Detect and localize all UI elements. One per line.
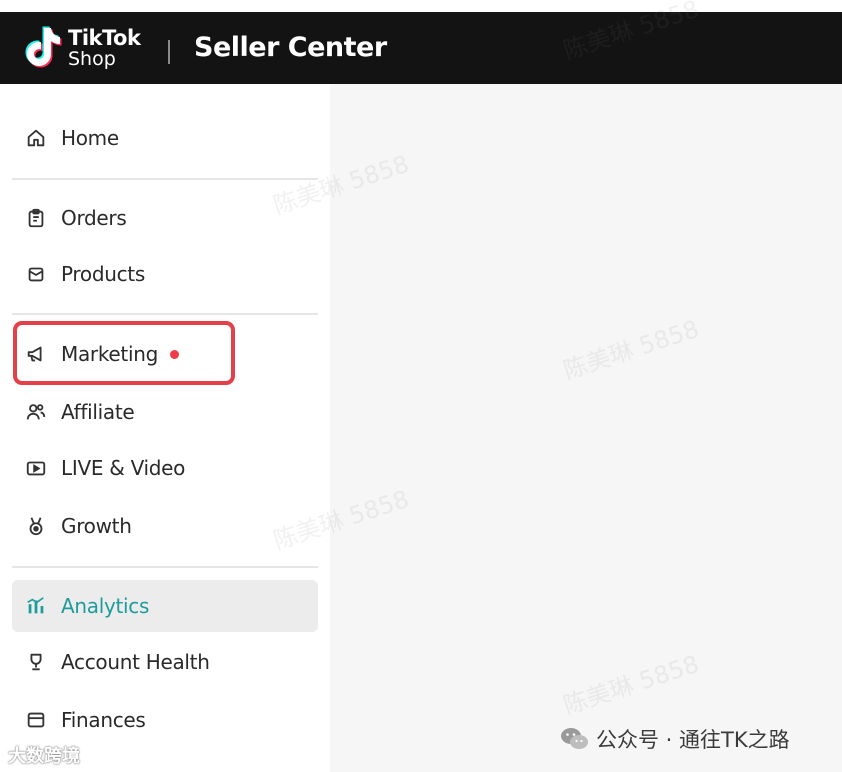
tiktok-shop-logo[interactable]: TikTok Shop — [22, 22, 152, 74]
sidebar-item-home[interactable]: Home — [12, 112, 318, 164]
top-bar: TikTok Shop Seller Center — [0, 12, 842, 84]
sidebar-item-affiliate[interactable]: Affiliate — [12, 386, 318, 438]
sidebar-item-products[interactable]: Products — [12, 248, 318, 300]
sidebar-item-growth[interactable]: Growth — [12, 500, 318, 552]
brand-text: TikTok Shop — [68, 26, 141, 70]
header-divider — [168, 40, 170, 64]
clipboard-icon — [24, 206, 48, 230]
sidebar-item-label: Growth — [61, 514, 132, 538]
sidebar-divider — [12, 313, 318, 315]
bar-chart-icon — [24, 594, 48, 618]
highlight-annotation — [13, 321, 235, 385]
sidebar-item-label: Orders — [61, 206, 127, 230]
sidebar-item-label: Home — [61, 126, 119, 150]
page-title: Seller Center — [194, 32, 387, 63]
trophy-icon — [24, 650, 48, 674]
sidebar-item-label: Products — [61, 262, 145, 286]
sidebar-item-orders[interactable]: Orders — [12, 192, 318, 244]
brand-line1: TikTok — [68, 26, 141, 50]
medal-icon — [24, 514, 48, 538]
sidebar-divider — [12, 566, 318, 568]
sidebar-item-label: Affiliate — [61, 400, 135, 424]
sidebar-item-label: LIVE & Video — [61, 456, 186, 480]
people-icon — [24, 400, 48, 424]
main-content — [330, 84, 842, 772]
sidebar-item-label: Account Health — [61, 650, 210, 674]
wechat-caption: 公众号 · 通往TK之路 — [560, 724, 790, 754]
home-icon — [24, 126, 48, 150]
sidebar-item-finances[interactable]: Finances — [12, 694, 318, 746]
tiktok-note-icon — [25, 26, 62, 68]
wechat-icon — [561, 728, 588, 749]
sidebar-item-label: Analytics — [61, 594, 150, 618]
wechat-caption-text: 公众号 · 通往TK之路 — [596, 728, 790, 752]
source-watermark: 大数跨境 — [8, 746, 80, 767]
sidebar-item-label: Finances — [61, 708, 146, 732]
sidebar-divider — [12, 178, 318, 180]
sidebar-item-live-video[interactable]: LIVE & Video — [12, 442, 318, 494]
box-icon — [24, 262, 48, 286]
video-play-icon — [24, 456, 48, 480]
sidebar-item-analytics[interactable]: Analytics — [12, 580, 318, 632]
wallet-icon — [24, 708, 48, 732]
sidebar-item-account-health[interactable]: Account Health — [12, 636, 318, 688]
brand-line2: Shop — [68, 48, 116, 70]
